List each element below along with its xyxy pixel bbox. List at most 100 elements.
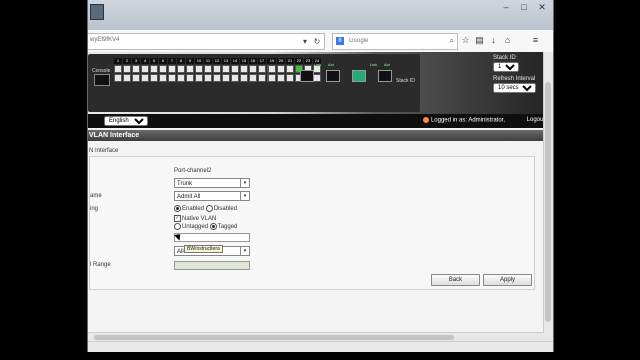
ethernet-port[interactable] [114, 74, 122, 82]
refresh-interval-select[interactable]: 10 secs [493, 83, 536, 93]
port-number-label: 10 [195, 58, 203, 64]
home-icon[interactable]: ⌂ [502, 35, 513, 46]
ethernet-port[interactable] [286, 65, 294, 73]
port-number-label: 19 [268, 58, 276, 64]
ethernet-port[interactable] [123, 65, 131, 73]
ethernet-port[interactable] [258, 74, 266, 82]
ethernet-port[interactable] [277, 65, 285, 73]
ethernet-port[interactable] [186, 74, 194, 82]
frame-select[interactable]: Admit All ▾ [174, 191, 250, 201]
interface-value: Port-channel2 [174, 168, 212, 174]
range-input[interactable] [174, 261, 250, 270]
switch-banner: Console 12345678910111213141516171819202… [88, 52, 553, 114]
back-button[interactable]: Back [431, 274, 480, 286]
console-port [94, 74, 110, 86]
stack-id-select[interactable]: 1 [493, 62, 519, 72]
ethernet-port[interactable] [213, 74, 221, 82]
reading-list-icon[interactable]: ▤ [474, 35, 485, 46]
address-bar[interactable]: wyEf9fKV4 ▾ ↻ [88, 33, 325, 50]
sfp-port[interactable] [352, 70, 366, 82]
scroll-thumb[interactable] [545, 82, 551, 322]
maximize-button[interactable]: □ [517, 2, 531, 12]
ethernet-port[interactable] [168, 65, 176, 73]
search-icon[interactable]: ⌕ [450, 36, 454, 46]
ethernet-port[interactable] [231, 74, 239, 82]
ethernet-port[interactable] [204, 74, 212, 82]
ethernet-port[interactable] [240, 65, 248, 73]
vlan-form: Port-channel2 Trunk ▾ ame Admit All ▾ ing … [89, 156, 535, 290]
ethernet-port[interactable] [222, 74, 230, 82]
ethernet-port[interactable] [195, 65, 203, 73]
browser-window: – □ ✕ wyEf9fKV4 ▾ ↻ 8 ⌕ ☆ ▤ ↓ ⌂ ≡ Consol… [87, 0, 554, 352]
ethernet-port[interactable] [213, 65, 221, 73]
minimize-button[interactable]: – [499, 2, 513, 12]
enabled-radio[interactable] [174, 205, 181, 212]
native-vlan-checkbox[interactable]: ✓ [174, 215, 181, 222]
close-button[interactable]: ✕ [535, 2, 549, 12]
sfp-link-label: Link [370, 62, 378, 67]
port-number-label: 11 [204, 58, 212, 64]
star-icon[interactable]: ☆ [460, 35, 471, 46]
port-number-label: 23 [304, 58, 312, 64]
ethernet-port[interactable] [123, 74, 131, 82]
ethernet-port[interactable] [195, 74, 203, 82]
dropdown-icon[interactable]: ▾ [300, 37, 310, 47]
untagged-radio[interactable] [174, 223, 181, 230]
ethernet-port[interactable] [222, 65, 230, 73]
port-number-label: 7 [168, 58, 176, 64]
port-number-label: 21 [286, 58, 294, 64]
port-number-label: 16 [249, 58, 257, 64]
ethernet-port[interactable] [249, 65, 257, 73]
ethernet-port[interactable] [159, 65, 167, 73]
ethernet-port[interactable] [141, 74, 149, 82]
language-select[interactable]: English [104, 116, 148, 126]
ethernet-port[interactable] [168, 74, 176, 82]
logged-in-text: Logged in as: Administrator, [422, 117, 505, 124]
vertical-scrollbar[interactable] [543, 52, 553, 342]
ethernet-port[interactable] [231, 65, 239, 73]
ethernet-port[interactable] [132, 74, 140, 82]
disabled-radio[interactable] [205, 205, 213, 212]
search-input[interactable] [349, 36, 437, 46]
ethernet-port[interactable] [286, 74, 294, 82]
port-number-label: 22 [295, 58, 303, 64]
sfp-port[interactable] [326, 70, 340, 82]
title-bar: – □ ✕ [88, 0, 553, 30]
ethernet-port[interactable] [258, 65, 266, 73]
sfp-port[interactable] [378, 70, 392, 82]
port-number-label: 3 [132, 58, 140, 64]
window-controls: – □ ✕ [499, 2, 549, 12]
mode-select[interactable]: Trunk ▾ [174, 178, 250, 188]
ethernet-port[interactable] [177, 65, 185, 73]
ethernet-port[interactable] [150, 65, 158, 73]
ethernet-port[interactable] [277, 74, 285, 82]
ethernet-port[interactable] [114, 65, 122, 73]
ethernet-port[interactable] [240, 74, 248, 82]
port-number-label: 14 [231, 58, 239, 64]
sfp-act-label: Act [328, 62, 334, 67]
ethernet-port[interactable] [186, 65, 194, 73]
reload-icon[interactable]: ↻ [312, 37, 322, 47]
search-box[interactable]: 8 ⌕ [332, 33, 458, 50]
tagged-radio[interactable] [209, 223, 217, 230]
sfp-port[interactable] [300, 70, 314, 82]
ethernet-port[interactable] [249, 74, 257, 82]
ethernet-port[interactable] [150, 74, 158, 82]
sfp-act-label: Act [384, 62, 390, 67]
vlan-input[interactable] [174, 233, 250, 242]
menu-icon[interactable]: ≡ [530, 35, 541, 46]
ethernet-port[interactable] [177, 74, 185, 82]
ethernet-port[interactable] [268, 74, 276, 82]
refresh-interval-caption: Refresh Interval [493, 76, 536, 82]
ethernet-port[interactable] [141, 65, 149, 73]
filtering-label: ing [90, 206, 99, 212]
ethernet-port[interactable] [268, 65, 276, 73]
apply-button[interactable]: Apply [483, 274, 532, 286]
download-icon[interactable]: ↓ [488, 35, 499, 46]
ethernet-port[interactable] [159, 74, 167, 82]
ethernet-port[interactable] [132, 65, 140, 73]
scroll-thumb[interactable] [94, 335, 454, 340]
search-engine-icon: 8 [336, 37, 344, 45]
ethernet-port[interactable] [204, 65, 212, 73]
ethernet-port[interactable] [313, 74, 321, 82]
